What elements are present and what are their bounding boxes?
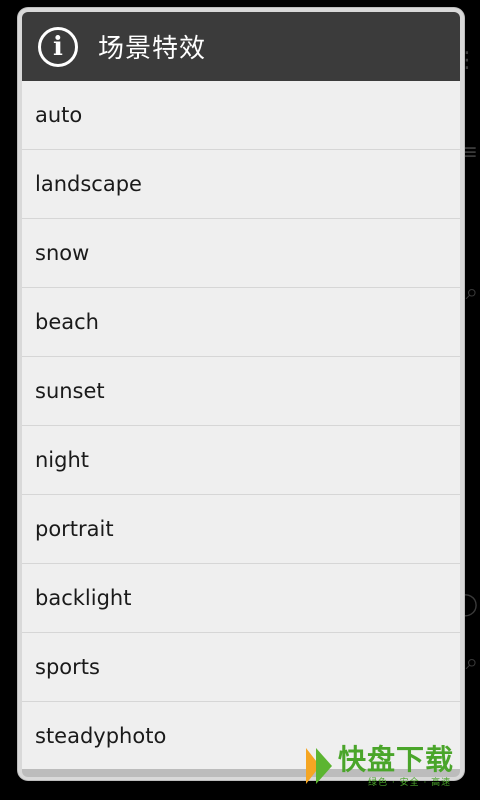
list-item-landscape[interactable]: landscape	[22, 150, 460, 219]
background-zoom-icon: ⌕	[465, 280, 478, 305]
watermark-logo: 快盘下载 绿色 · 安全 · 高速	[306, 744, 474, 788]
watermark-k-icon	[306, 746, 334, 786]
dialog-title-bar: i 场景特效	[22, 12, 460, 81]
scene-mode-dialog: i 场景特效 auto landscape snow beach sunset …	[18, 8, 464, 780]
screen: ⋮ ≡ ⌕ ◯ ⌕ i 场景特效 auto landscape snow bea…	[0, 0, 480, 800]
watermark-text: 快盘下载 绿色 · 安全 · 高速	[338, 742, 455, 788]
background-search-icon: ⌕	[465, 650, 478, 675]
list-item-beach[interactable]: beach	[22, 288, 460, 357]
list-item-auto[interactable]: auto	[22, 81, 460, 150]
list-item-sports[interactable]: sports	[22, 633, 460, 702]
list-item-backlight[interactable]: backlight	[22, 564, 460, 633]
list-item-label: portrait	[35, 517, 114, 541]
list-item-label: sunset	[35, 379, 105, 403]
scene-mode-list: auto landscape snow beach sunset night p…	[22, 81, 460, 769]
list-item-label: snow	[35, 241, 90, 265]
list-item-night[interactable]: night	[22, 426, 460, 495]
list-item-label: beach	[35, 310, 99, 334]
watermark-title-b: 盘下载	[367, 742, 455, 776]
watermark-title-a: 快	[338, 742, 368, 776]
list-item-label: landscape	[35, 172, 142, 196]
list-item-snow[interactable]: snow	[22, 219, 460, 288]
dialog-title: 场景特效	[98, 34, 207, 64]
info-icon: i	[38, 26, 78, 67]
watermark-title: 快盘下载	[338, 742, 455, 776]
list-item-label: backlight	[35, 586, 132, 610]
list-item-label: night	[35, 448, 90, 472]
list-item-label: steadyphoto	[35, 724, 167, 748]
list-item-label: auto	[35, 103, 83, 127]
list-item-sunset[interactable]: sunset	[22, 357, 460, 426]
list-item-portrait[interactable]: portrait	[22, 495, 460, 564]
watermark-subtitle: 绿色 · 安全 · 高速	[368, 777, 452, 788]
list-item-label: sports	[35, 655, 100, 679]
